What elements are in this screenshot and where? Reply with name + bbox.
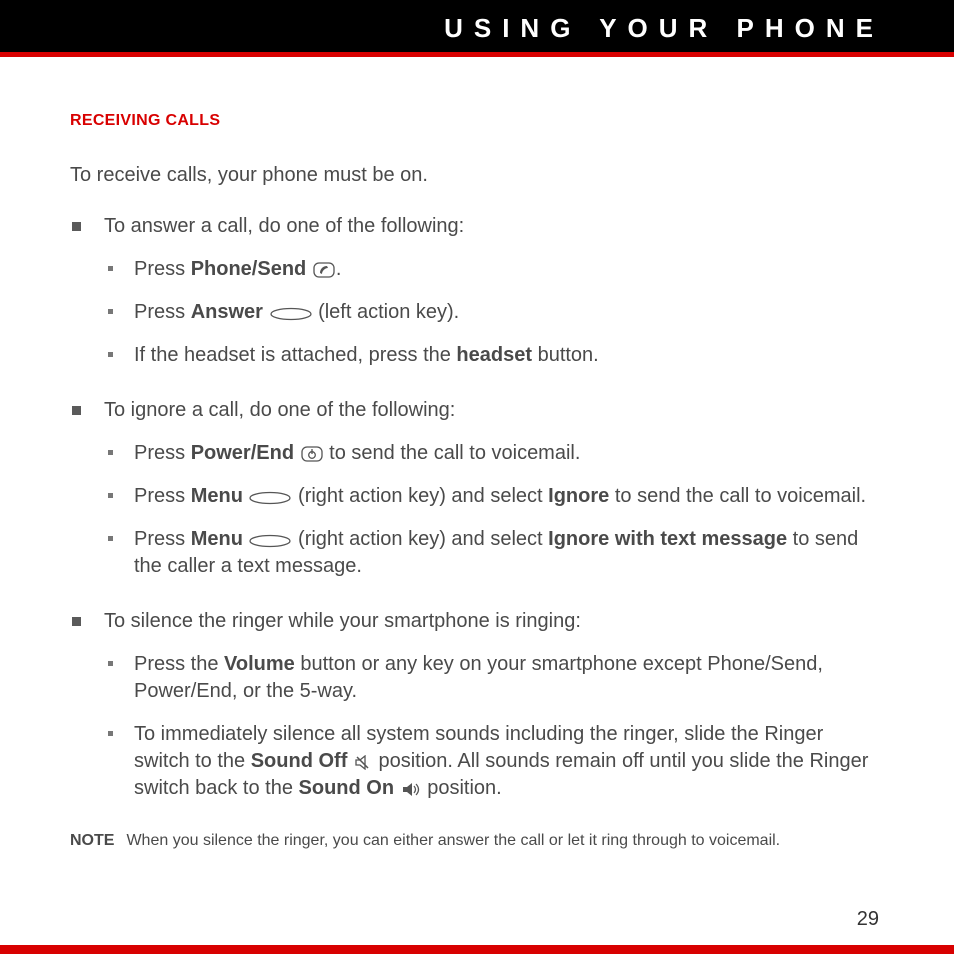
sound-on-icon bbox=[401, 782, 421, 797]
section-heading: RECEIVING CALLS bbox=[70, 112, 879, 130]
sub-item: Press Menu (right action key) and select… bbox=[104, 526, 879, 580]
phone-send-key-icon bbox=[313, 262, 335, 278]
accent-bar-bottom bbox=[0, 945, 954, 954]
list-item-lead: To ignore a call, do one of the followin… bbox=[104, 399, 455, 421]
page-number: 29 bbox=[0, 850, 954, 945]
sub-list: Press Phone/Send . Press Answer (left ac… bbox=[104, 256, 879, 369]
note-label: NOTE bbox=[70, 832, 114, 849]
list-item: To silence the ringer while your smartph… bbox=[70, 610, 879, 802]
sound-off-icon bbox=[354, 755, 372, 770]
sub-item: Press Phone/Send . bbox=[104, 256, 879, 283]
sub-item: Press the Volume button or any key on yo… bbox=[104, 651, 879, 705]
power-end-key-icon bbox=[301, 446, 323, 462]
sub-item: To immediately silence all system sounds… bbox=[104, 721, 879, 802]
instruction-list: To answer a call, do one of the followin… bbox=[70, 215, 879, 802]
sub-item: If the headset is attached, press the he… bbox=[104, 342, 879, 369]
list-item-lead: To silence the ringer while your smartph… bbox=[104, 610, 581, 632]
note-text: When you silence the ringer, you can eit… bbox=[126, 832, 780, 849]
action-key-icon bbox=[249, 534, 291, 548]
sub-item: Press Answer (left action key). bbox=[104, 299, 879, 326]
intro-text: To receive calls, your phone must be on. bbox=[70, 164, 879, 187]
action-key-icon bbox=[270, 307, 312, 321]
sub-item: Press Menu (right action key) and select… bbox=[104, 483, 879, 510]
note: NOTE When you silence the ringer, you can… bbox=[70, 832, 879, 850]
action-key-icon bbox=[249, 491, 291, 505]
sub-list: Press the Volume button or any key on yo… bbox=[104, 651, 879, 802]
list-item: To answer a call, do one of the followin… bbox=[70, 215, 879, 369]
sub-list: Press Power/End to send the call to voic… bbox=[104, 440, 879, 580]
list-item-lead: To answer a call, do one of the followin… bbox=[104, 215, 464, 237]
chapter-title: USING YOUR PHONE bbox=[444, 13, 884, 44]
page-content: RECEIVING CALLS To receive calls, your p… bbox=[0, 57, 954, 850]
header-banner: USING YOUR PHONE bbox=[0, 0, 954, 52]
manual-page: USING YOUR PHONE RECEIVING CALLS To rece… bbox=[0, 0, 954, 954]
list-item: To ignore a call, do one of the followin… bbox=[70, 399, 879, 580]
sub-item: Press Power/End to send the call to voic… bbox=[104, 440, 879, 467]
